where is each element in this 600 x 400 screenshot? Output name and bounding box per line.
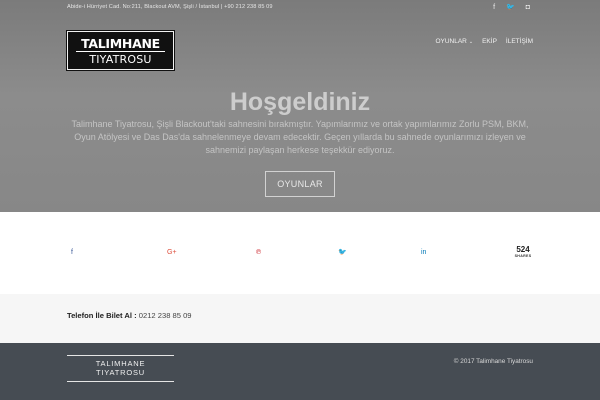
instagram-icon[interactable]: ◘ (526, 3, 530, 12)
site-footer: TALIMHANE TIYATROSU © 2017 Talimhane Tiy… (0, 343, 600, 400)
logo-divider (76, 51, 165, 52)
footer-logo-text-bottom: TIYATROSU (95, 368, 145, 377)
nav-item-ekip[interactable]: EKİP (482, 38, 497, 45)
chevron-down-icon: ⌄ (468, 38, 474, 45)
linkedin-share-icon[interactable]: in (421, 249, 426, 257)
hero-title: Hoşgeldiniz (229, 88, 371, 116)
nav-item-iletisim[interactable]: İLETİŞİM (506, 38, 533, 45)
phone-label: Telefon İle Bilet Al : (67, 311, 137, 320)
google-plus-share-icon[interactable]: G+ (167, 249, 177, 257)
logo-text-bottom: TIYATROSU (89, 53, 152, 66)
hero-section: Abide-i Hürriyet Cad. No:211, Blackout A… (0, 0, 600, 212)
share-count-number: 524 (516, 245, 530, 254)
facebook-share-icon[interactable]: f (71, 249, 73, 257)
pinterest-share-icon[interactable]: ℗ (256, 249, 261, 257)
nav-item-label: OYUNLAR (435, 38, 467, 45)
twitter-share-icon[interactable]: 🐦 (338, 249, 347, 257)
nav-item-label: İLETİŞİM (505, 38, 533, 45)
facebook-icon[interactable]: f (493, 3, 495, 12)
phone-ticket-line: Telefon İle Bilet Al : 0212 238 85 09 (67, 311, 192, 320)
phone-ticket-band: Telefon İle Bilet Al : 0212 238 85 09 (0, 294, 600, 343)
site-logo[interactable]: TALIMHANE TIYATROSU (66, 30, 175, 71)
nav-item-oyunlar[interactable]: OYUNLAR ⌄ (435, 38, 473, 45)
logo-text-top: TALIMHANE (81, 36, 160, 51)
main-nav: OYUNLAR ⌄ EKİP İLETİŞİM (435, 38, 533, 45)
hero-description: Talimhane Tiyatrosu, Şişli Blackout'taki… (71, 119, 529, 155)
footer-logo[interactable]: TALIMHANE TIYATROSU (67, 355, 174, 382)
twitter-icon[interactable]: 🐦 (506, 3, 515, 12)
footer-logo-text-top: TALIMHANE (95, 359, 146, 368)
topbar-social-links: f 🐦 ◘ (493, 3, 530, 12)
phone-number[interactable]: 0212 238 85 09 (139, 311, 192, 320)
share-counter: 524 SHARES (506, 245, 540, 259)
contact-address: Abide-i Hürriyet Cad. No:211, Blackout A… (67, 4, 273, 10)
top-bar: Abide-i Hürriyet Cad. No:211, Blackout A… (0, 0, 600, 17)
nav-item-label: EKİP (482, 38, 497, 45)
copyright-text: © 2017 Talimhane Tiyatrosu (453, 358, 533, 365)
share-bar: f G+ ℗ 🐦 in 524 SHARES (0, 212, 600, 294)
oyunlar-button[interactable]: OYUNLAR (265, 171, 335, 197)
share-count-label: SHARES (514, 254, 532, 258)
